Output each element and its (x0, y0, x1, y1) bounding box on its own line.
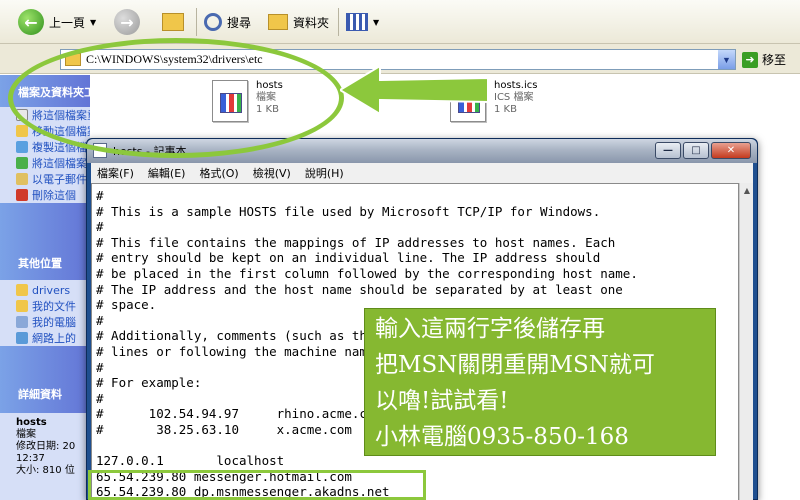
text-line: # be placed in the first column followed… (96, 265, 638, 281)
file-size: 1 KB (494, 104, 517, 115)
folders-label: 資料夾 (293, 15, 330, 30)
close-button[interactable]: ✕ (711, 142, 751, 159)
chevron-down-icon[interactable]: ▼ (718, 50, 735, 69)
delete-icon (16, 189, 28, 201)
maximize-button[interactable]: □ (683, 142, 709, 159)
callout-line: 小林電腦0935-850-168 (375, 424, 629, 450)
menu-file[interactable]: 檔案(F) (97, 165, 134, 181)
back-button[interactable]: ← 上一頁 ▼ (18, 8, 96, 36)
details-title: 詳細資料 (18, 388, 62, 401)
task-publish[interactable]: 將這個檔案 (0, 155, 90, 171)
toolbar-separator (338, 8, 339, 36)
folders-button[interactable]: 資料夾 (268, 8, 329, 36)
search-label: 搜尋 (227, 15, 252, 30)
details-time: 12:37 (16, 453, 45, 464)
search-button[interactable]: 搜尋 (204, 8, 251, 36)
scroll-up-icon[interactable]: ▲ (740, 183, 754, 197)
text-line: # entry should be kept on an individual … (96, 250, 601, 266)
menu-format[interactable]: 格式(O) (199, 165, 238, 181)
chevron-down-icon: ▼ (373, 17, 380, 27)
file-name: hosts.ics (494, 80, 538, 91)
explorer-toolbar: ← 上一頁 ▼ → 搜尋 資料夾 ▼ (0, 0, 800, 44)
views-button[interactable]: ▼ (346, 8, 379, 36)
menu-help[interactable]: 說明(H) (305, 165, 344, 181)
highlight-box (88, 470, 426, 500)
back-arrow-icon: ← (18, 9, 44, 35)
chevron-down-icon: ▼ (90, 17, 97, 27)
vertical-scrollbar[interactable]: ▲ (739, 183, 753, 500)
forward-button[interactable]: → (114, 8, 140, 36)
place-my-computer[interactable]: 我的電腦 (0, 314, 90, 330)
place-my-documents[interactable]: 我的文件 (0, 298, 90, 314)
place-network[interactable]: 網路上的 (0, 330, 90, 346)
menu-edit[interactable]: 編輯(E) (148, 165, 186, 181)
minimize-button[interactable]: — (655, 142, 681, 159)
text-line: # (96, 219, 104, 235)
other-places-header[interactable]: 其他位置 (0, 250, 90, 276)
go-button[interactable]: ➜ 移至 (742, 49, 786, 70)
file-type: ICS 檔案 (494, 92, 534, 103)
forward-arrow-icon: → (114, 9, 140, 35)
move-icon (16, 125, 28, 137)
copy-icon (16, 141, 28, 153)
search-icon (204, 13, 222, 31)
email-icon (16, 173, 28, 185)
place-drivers[interactable]: drivers (0, 282, 90, 298)
folder-up-icon (162, 13, 184, 31)
text-line: # This file contains the mappings of IP … (96, 234, 616, 250)
callout-line: 輸入這兩行字後儲存再 (375, 316, 605, 342)
callout-line: 以嚕!試試看! (375, 388, 509, 414)
task-email[interactable]: 以電子郵件 (0, 171, 90, 187)
network-icon (16, 332, 28, 344)
notepad-menubar: 檔案(F) 編輯(E) 格式(O) 檢視(V) 說明(H) (91, 163, 753, 183)
folder-icon (268, 14, 288, 30)
details-size: 大小: 810 位 (16, 465, 75, 476)
folder-icon (16, 284, 28, 296)
details-name: hosts (16, 417, 47, 428)
details-header[interactable]: 詳細資料 (0, 381, 90, 407)
details-panel: hosts 檔案 修改日期: 20 12:37 大小: 810 位 (0, 413, 90, 500)
details-modified: 修改日期: 20 (16, 441, 76, 452)
callout-line: 把MSN關閉重開MSN就可 (375, 352, 655, 378)
back-label: 上一頁 (49, 15, 86, 30)
instruction-callout: 輸入這兩行字後儲存再 把MSN關閉重開MSN就可 以嚕!試試看! 小林電腦093… (364, 308, 716, 456)
other-places-list: drivers 我的文件 我的電腦 網路上的 (0, 280, 90, 346)
task-delete[interactable]: 刪除這個 (0, 187, 90, 203)
text-line: # The IP address and the host name shoul… (96, 281, 623, 297)
other-places-title: 其他位置 (18, 257, 62, 270)
highlight-ellipse (8, 38, 344, 158)
toolbar-separator (196, 8, 197, 36)
menu-view[interactable]: 檢視(V) (253, 165, 291, 181)
views-icon (346, 13, 368, 31)
annotation-arrow-icon (340, 64, 489, 116)
go-arrow-icon: ➜ (742, 51, 758, 68)
details-type: 檔案 (16, 429, 36, 440)
publish-icon (16, 157, 28, 169)
up-folder-button[interactable] (162, 8, 184, 36)
go-label: 移至 (762, 53, 787, 67)
text-line: # This is a sample HOSTS file used by Mi… (96, 203, 601, 219)
computer-icon (16, 316, 28, 328)
text-line: # (96, 188, 104, 203)
folder-icon (16, 300, 28, 312)
